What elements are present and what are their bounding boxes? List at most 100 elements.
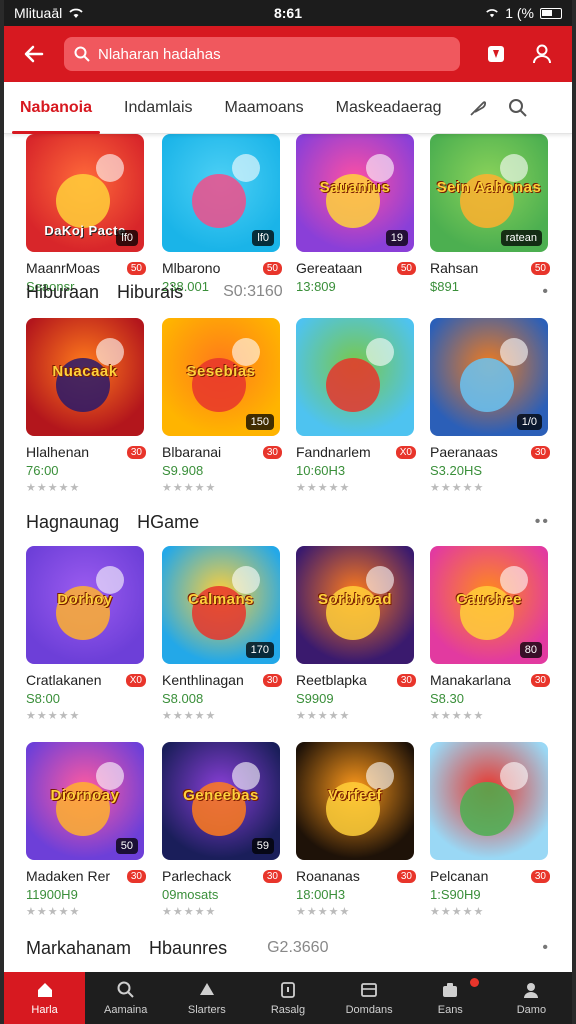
game-title: Paeranaas — [430, 444, 498, 460]
game-thumbnail[interactable]: Vorfeef — [296, 742, 414, 860]
tab-1[interactable]: Indamlais — [108, 82, 208, 134]
status-bar: Mlituaāl 8:61 1 (% — [4, 0, 572, 26]
nav-item-4[interactable]: Domdans — [329, 972, 410, 1024]
battery-icon — [540, 7, 562, 19]
star-rating: ★★★★★ — [430, 482, 485, 494]
nav-item-6[interactable]: Damo — [491, 972, 572, 1024]
nav-item-0[interactable]: Harla — [4, 972, 86, 1024]
game-thumbnail[interactable]: lf0 — [162, 134, 280, 252]
game-card[interactable]: Sein Aahonas ratean Rahsan 50 $891 — [430, 134, 552, 294]
game-thumbnail[interactable]: 1/0 — [430, 318, 548, 436]
section-title: Hagnaunag — [26, 511, 120, 532]
tab-0[interactable]: Nabanoia — [4, 82, 108, 134]
game-meta: S9909 — [296, 691, 334, 706]
game-thumbnail[interactable]: Calmans 170 — [162, 546, 280, 664]
game-logo-text: Sorbhoad — [318, 590, 392, 608]
game-thumbnail[interactable]: Sein Aahonas ratean — [430, 134, 548, 252]
badge-icon — [488, 46, 504, 62]
game-title: Parlechack — [162, 868, 232, 884]
tab-2[interactable]: Maamoans — [209, 82, 320, 134]
game-thumbnail[interactable]: Sauanius 19 — [296, 134, 414, 252]
decoration-art — [366, 566, 394, 594]
decoration-art — [232, 154, 260, 182]
user-icon — [524, 983, 539, 998]
tab-3[interactable]: Maskeadaerag — [320, 82, 458, 134]
game-card[interactable]: Sorbhoad Reetblapka 30 S9909 ★★★★★ — [296, 546, 418, 722]
star-rating: ★★★★★ — [26, 710, 81, 722]
rating-pill: 30 — [126, 445, 146, 459]
game-title: Cratlakanen — [26, 672, 102, 688]
decoration-art — [366, 338, 394, 366]
game-title: Blbaranai — [162, 444, 222, 460]
section-more-button[interactable]: • — [542, 939, 550, 957]
notification-dot — [469, 978, 479, 987]
game-title: Fandnarlem — [296, 444, 371, 460]
notifications-button[interactable] — [478, 36, 514, 72]
game-badge: 59 — [251, 838, 274, 854]
game-card[interactable]: Calmans 170 Kenthlinagan 30 S8.008 ★★★★★ — [162, 546, 284, 722]
game-logo-text: Nuacaak — [52, 362, 118, 380]
game-card[interactable]: Cauchee 80 Manakarlana 30 S8.30 ★★★★★ — [430, 546, 552, 722]
section-more-button[interactable]: •• — [535, 513, 550, 531]
character-art — [56, 174, 110, 228]
nav-label: Harla — [31, 1004, 58, 1016]
game-thumbnail[interactable] — [296, 318, 414, 436]
game-badge: 80 — [519, 642, 542, 658]
game-card[interactable]: Vorfeef Roananas 30 18:00H3 ★★★★★ — [296, 742, 418, 918]
rating-pill: 30 — [262, 673, 282, 687]
game-title: Kenthlinagan — [162, 672, 244, 688]
search-input[interactable]: Nlaharan hadahas — [64, 37, 460, 71]
clock: 8:61 — [273, 5, 303, 21]
rating-pill: 30 — [530, 869, 550, 883]
nav-item-1[interactable]: Aamaina — [85, 972, 166, 1024]
character-art — [460, 782, 514, 836]
game-title: Madaken Rer — [26, 868, 111, 884]
game-thumbnail[interactable]: Sorbhoad — [296, 546, 414, 664]
game-thumbnail[interactable]: Cauchee 80 — [430, 546, 548, 664]
rating-pill: 30 — [126, 869, 146, 883]
game-card[interactable]: Nuacaak Hlalhenan 30 76:00 ★★★★★ — [26, 318, 148, 494]
game-card[interactable]: Sesebias 150 Blbaranai 30 S9.908 ★★★★★ — [162, 318, 284, 494]
game-meta: 10:60H3 — [296, 463, 346, 478]
game-title: Hlalhenan — [26, 444, 90, 460]
nav-item-2[interactable]: Slarters — [166, 972, 247, 1024]
feather-icon — [469, 100, 486, 116]
star-rating: ★★★★★ — [296, 710, 351, 722]
game-card[interactable]: Geneebas 59 Parlechack 30 09mosats ★★★★★ — [162, 742, 284, 918]
game-meta: 76:00 — [26, 463, 59, 478]
game-card[interactable]: 1/0 Paeranaas 30 S3.20HS ★★★★★ — [430, 318, 552, 494]
game-logo-text: Sauanius — [319, 178, 391, 196]
section-header-2: Hagnaunag HGame •• — [4, 502, 572, 542]
game-card[interactable]: Fandnarlem X0 10:60H3 ★★★★★ — [296, 318, 418, 494]
game-thumbnail[interactable]: Nuacaak — [26, 318, 144, 436]
section-count: S0:3160 — [223, 283, 283, 300]
profile-button[interactable] — [524, 36, 560, 72]
back-button[interactable] — [16, 36, 52, 72]
nav-label: Eans — [437, 1004, 463, 1016]
game-thumbnail[interactable] — [430, 742, 548, 860]
game-card[interactable]: Dorhoy Cratlakanen X0 S8:00 ★★★★★ — [26, 546, 148, 722]
section-more-button[interactable]: • — [542, 283, 550, 301]
game-card[interactable]: Sauanius 19 Gereataan 50 13:809 — [296, 134, 418, 294]
game-thumbnail[interactable]: Dorhoy — [26, 546, 144, 664]
game-card[interactable]: Diornoay 50 Madaken Rer 30 11900H9 ★★★★★ — [26, 742, 148, 918]
game-card[interactable]: DaKoj Pacte lf0 MaanrMoas 50 Seaonsr — [26, 134, 148, 294]
game-badge: 170 — [245, 642, 274, 658]
game-thumbnail[interactable]: Diornoay 50 — [26, 742, 144, 860]
rating-pill: X0 — [395, 445, 416, 459]
game-thumbnail[interactable]: DaKoj Pacte lf0 — [26, 134, 144, 252]
game-title: Reetblapka — [296, 672, 367, 688]
game-thumbnail[interactable]: Geneebas 59 — [162, 742, 280, 860]
game-thumbnail[interactable]: Sesebias 150 — [162, 318, 280, 436]
nav-item-5[interactable]: Eans — [410, 972, 491, 1024]
feather-button[interactable] — [458, 82, 498, 134]
app-screen: Mlituaāl 8:61 1 (% Nlaharan hadahas Naba — [4, 0, 572, 1024]
tab-search-button[interactable] — [498, 82, 538, 134]
nav-label: Damo — [516, 1004, 547, 1016]
nav-item-3[interactable]: Rasalg — [247, 972, 328, 1024]
game-card[interactable]: Pelcanan 30 1:S90H9 ★★★★★ — [430, 742, 552, 918]
category-tabs: Nabanoia Indamlais Maamoans Maskeadaerag — [4, 82, 572, 134]
section-subtitle: Hbaunres — [149, 937, 228, 958]
decoration-art — [232, 566, 260, 594]
game-card[interactable]: lf0 Mlbarono 50 238.001 — [162, 134, 284, 294]
